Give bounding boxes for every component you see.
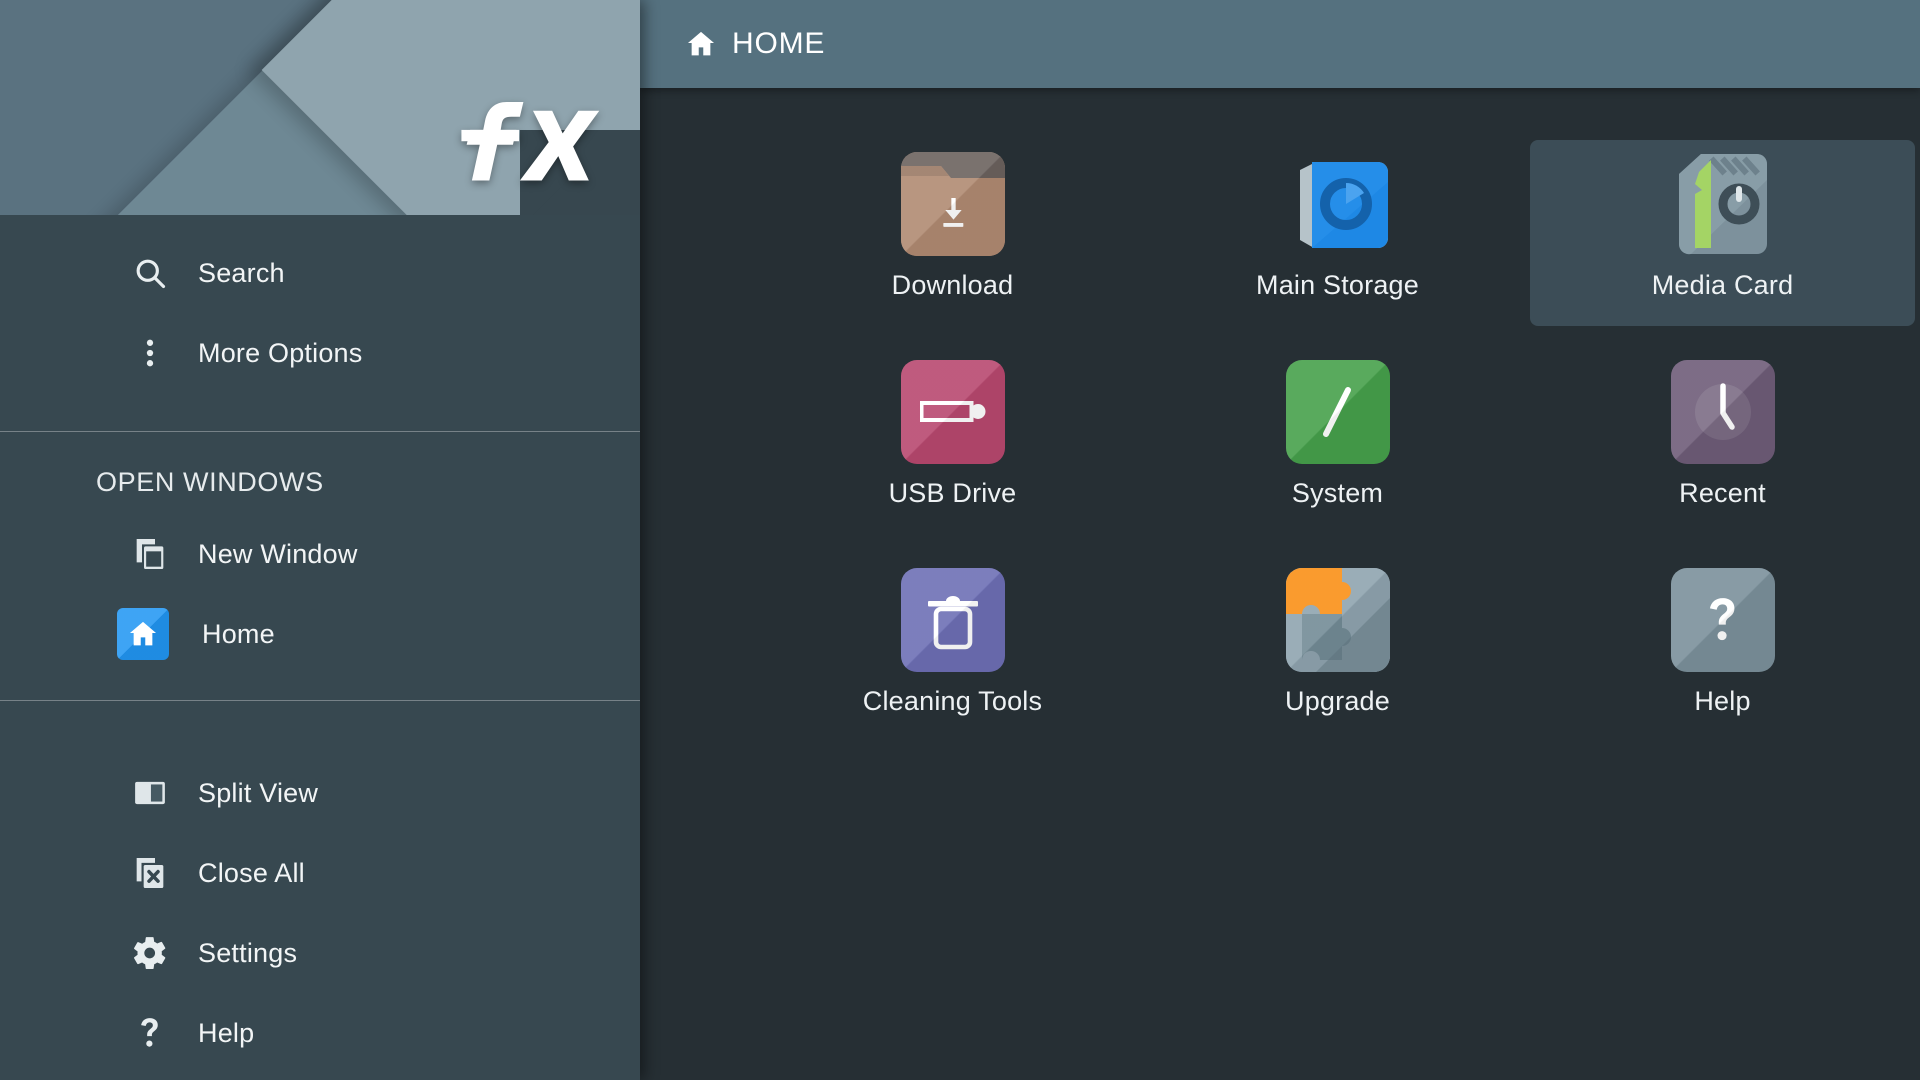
tile-label: Main Storage <box>1256 270 1419 300</box>
internal-storage-icon <box>1286 152 1390 256</box>
sidebar-item-help[interactable]: Help <box>0 993 640 1073</box>
sidebar-item-label: Settings <box>198 937 298 968</box>
tile-cleaning-tools[interactable]: Cleaning Tools <box>760 556 1145 741</box>
shortcut-grid: Download Main Storage Media Card USB Dri… <box>640 88 1920 764</box>
tile-media-card[interactable]: Media Card <box>1530 140 1915 326</box>
gear-icon <box>128 931 172 975</box>
clock-icon <box>1670 360 1775 464</box>
puzzle-icon <box>1285 568 1390 672</box>
tile-label: Cleaning Tools <box>862 686 1043 716</box>
tile-system[interactable]: System <box>1145 348 1530 533</box>
sidebar-item-home[interactable]: Home <box>0 594 640 674</box>
open-windows-title: OPEN WINDOWS <box>96 466 324 497</box>
tile-usb-drive[interactable]: USB Drive <box>760 348 1145 533</box>
tile-label: Help <box>1694 686 1751 716</box>
question-mark-icon <box>1670 568 1775 672</box>
sidebar-tools: Split View Close All Settings Help <box>0 701 640 1073</box>
sidebar-item-label: Search <box>198 257 285 288</box>
tile-recent[interactable]: Recent <box>1530 348 1915 533</box>
sidebar-open-windows: OPEN WINDOWS New Window Home <box>0 432 640 700</box>
sidebar-item-label: Split View <box>198 777 319 808</box>
sd-card-icon <box>1671 152 1775 256</box>
breadcrumb[interactable]: HOME <box>680 21 835 67</box>
sidebar-item-label: Home <box>202 618 275 649</box>
tile-main-storage[interactable]: Main Storage <box>1145 140 1530 325</box>
sidebar-item-label: Help <box>198 1017 255 1048</box>
split-view-icon <box>128 771 172 815</box>
new-window-icon <box>128 532 172 576</box>
tile-upgrade[interactable]: Upgrade <box>1145 556 1530 741</box>
sidebar-item-search[interactable]: Search <box>0 233 640 313</box>
tile-label: USB Drive <box>888 478 1017 508</box>
home-app-icon-wrap <box>117 608 180 660</box>
breadcrumb-label: HOME <box>732 27 826 60</box>
root-slash-icon <box>1285 360 1390 464</box>
more-vert-icon <box>128 331 172 375</box>
tile-label: System <box>1291 478 1384 508</box>
sidebar-item-label: Close All <box>198 857 305 888</box>
trash-icon <box>900 568 1005 672</box>
search-icon <box>128 251 172 295</box>
home-icon <box>117 608 169 660</box>
content-area: HOME Download Main Storage Media Card US… <box>640 0 1920 1080</box>
sidebar-item-more-options[interactable]: More Options <box>0 313 640 393</box>
usb-drive-icon <box>900 360 1005 464</box>
file-manager-window: Search More Options OPEN WINDOWS New Win… <box>0 0 1920 1080</box>
tile-help[interactable]: Help <box>1530 556 1915 741</box>
home-icon <box>684 27 718 61</box>
sidebar-item-settings[interactable]: Settings <box>0 913 640 993</box>
sidebar: Search More Options OPEN WINDOWS New Win… <box>0 0 640 1080</box>
sidebar-item-close-all[interactable]: Close All <box>0 833 640 913</box>
tile-label: Upgrade <box>1285 686 1390 716</box>
sidebar-quick-actions: Search More Options <box>0 215 640 431</box>
tile-download[interactable]: Download <box>760 140 1145 325</box>
sidebar-item-label: New Window <box>198 538 358 569</box>
sidebar-banner <box>0 0 640 215</box>
tile-label: Media Card <box>1651 270 1794 300</box>
top-bar: HOME <box>640 0 1920 88</box>
sidebar-item-label: More Options <box>198 337 363 368</box>
question-mark-icon <box>128 1011 172 1055</box>
tile-label: Download <box>891 270 1014 300</box>
tile-label: Recent <box>1679 478 1766 508</box>
folder-download-icon <box>900 152 1005 256</box>
fx-logo-icon <box>461 101 600 181</box>
sidebar-item-new-window[interactable]: New Window <box>0 514 640 594</box>
sidebar-item-split-view[interactable]: Split View <box>0 753 640 833</box>
close-all-icon <box>128 851 172 895</box>
